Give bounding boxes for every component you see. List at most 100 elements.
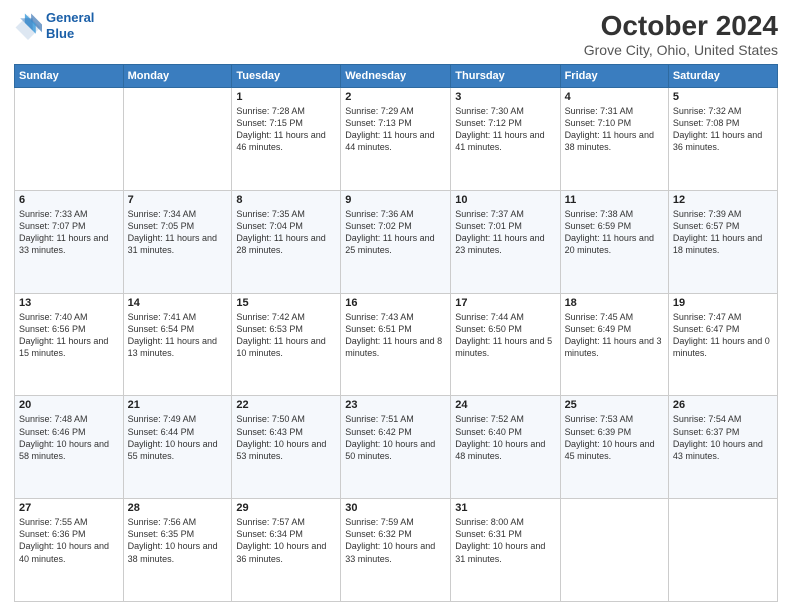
- day-info: Sunrise: 7:51 AM Sunset: 6:42 PM Dayligh…: [345, 413, 446, 462]
- day-number: 21: [128, 399, 228, 411]
- main-title: October 2024: [584, 10, 778, 42]
- calendar-cell: 10 Sunrise: 7:37 AM Sunset: 7:01 PM Dayli…: [451, 190, 560, 293]
- day-info: Sunrise: 7:40 AM Sunset: 6:56 PM Dayligh…: [19, 311, 119, 360]
- day-number: 19: [673, 297, 773, 309]
- calendar-cell: 28Sunrise: 7:56 AM Sunset: 6:35 PM Dayli…: [123, 499, 232, 602]
- day-number: 4: [565, 91, 664, 103]
- calendar-cell: 22Sunrise: 7:50 AM Sunset: 6:43 PM Dayli…: [232, 396, 341, 499]
- day-info: Sunrise: 7:34 AM Sunset: 7:05 PM Dayligh…: [128, 208, 228, 257]
- day-info: Sunrise: 7:50 AM Sunset: 6:43 PM Dayligh…: [236, 413, 336, 462]
- day-number: 11: [565, 194, 664, 206]
- day-info: Sunrise: 7:54 AM Sunset: 6:37 PM Dayligh…: [673, 413, 773, 462]
- title-block: October 2024 Grove City, Ohio, United St…: [584, 10, 778, 58]
- day-header-tuesday: Tuesday: [232, 65, 341, 88]
- day-info: Sunrise: 7:38 AM Sunset: 6:59 PM Dayligh…: [565, 208, 664, 257]
- calendar-cell: [668, 499, 777, 602]
- day-info: Sunrise: 7:59 AM Sunset: 6:32 PM Dayligh…: [345, 516, 446, 565]
- day-number: 13: [19, 297, 119, 309]
- day-number: 9: [345, 194, 446, 206]
- logo: General Blue: [14, 10, 94, 41]
- page: General Blue October 2024 Grove City, Oh…: [0, 0, 792, 612]
- calendar-cell: 20 Sunrise: 7:48 AM Sunset: 6:46 PM Dayli…: [15, 396, 124, 499]
- day-number: 29: [236, 502, 336, 514]
- logo-icon: [14, 12, 42, 40]
- day-number: 30: [345, 502, 446, 514]
- day-number: 17: [455, 297, 555, 309]
- calendar-cell: [123, 88, 232, 191]
- day-info: Sunrise: 7:47 AM Sunset: 6:47 PM Dayligh…: [673, 311, 773, 360]
- calendar-week-2: 6 Sunrise: 7:33 AM Sunset: 7:07 PM Daylig…: [15, 190, 778, 293]
- day-number: 18: [565, 297, 664, 309]
- calendar-cell: 29 Sunrise: 7:57 AM Sunset: 6:34 PM Dayli…: [232, 499, 341, 602]
- calendar-cell: 26 Sunrise: 7:54 AM Sunset: 6:37 PM Dayli…: [668, 396, 777, 499]
- calendar-cell: 30 Sunrise: 7:59 AM Sunset: 6:32 PM Dayli…: [341, 499, 451, 602]
- day-info: Sunrise: 7:48 AM Sunset: 6:46 PM Dayligh…: [19, 413, 119, 462]
- day-number: 24: [455, 399, 555, 411]
- day-header-saturday: Saturday: [668, 65, 777, 88]
- calendar-cell: 27Sunrise: 7:55 AM Sunset: 6:36 PM Dayli…: [15, 499, 124, 602]
- day-number: 15: [236, 297, 336, 309]
- day-info: Sunrise: 7:53 AM Sunset: 6:39 PM Dayligh…: [565, 413, 664, 462]
- day-header-monday: Monday: [123, 65, 232, 88]
- calendar-header-row: SundayMondayTuesdayWednesdayThursdayFrid…: [15, 65, 778, 88]
- calendar-cell: 19 Sunrise: 7:47 AM Sunset: 6:47 PM Dayli…: [668, 293, 777, 396]
- day-number: 10: [455, 194, 555, 206]
- day-info: Sunrise: 7:36 AM Sunset: 7:02 PM Dayligh…: [345, 208, 446, 257]
- logo-line1: General: [46, 10, 94, 25]
- day-info: Sunrise: 7:31 AM Sunset: 7:10 PM Dayligh…: [565, 105, 664, 154]
- subtitle: Grove City, Ohio, United States: [584, 42, 778, 58]
- calendar-cell: 7 Sunrise: 7:34 AM Sunset: 7:05 PM Daylig…: [123, 190, 232, 293]
- day-info: Sunrise: 7:52 AM Sunset: 6:40 PM Dayligh…: [455, 413, 555, 462]
- day-info: Sunrise: 7:32 AM Sunset: 7:08 PM Dayligh…: [673, 105, 773, 154]
- calendar-cell: 23 Sunrise: 7:51 AM Sunset: 6:42 PM Dayli…: [341, 396, 451, 499]
- calendar-cell: [15, 88, 124, 191]
- calendar-cell: 6 Sunrise: 7:33 AM Sunset: 7:07 PM Daylig…: [15, 190, 124, 293]
- calendar-cell: 18 Sunrise: 7:45 AM Sunset: 6:49 PM Dayli…: [560, 293, 668, 396]
- calendar-cell: 8 Sunrise: 7:35 AM Sunset: 7:04 PM Daylig…: [232, 190, 341, 293]
- day-info: Sunrise: 7:57 AM Sunset: 6:34 PM Dayligh…: [236, 516, 336, 565]
- day-header-sunday: Sunday: [15, 65, 124, 88]
- day-number: 31: [455, 502, 555, 514]
- calendar-week-5: 27Sunrise: 7:55 AM Sunset: 6:36 PM Dayli…: [15, 499, 778, 602]
- calendar-cell: 12Sunrise: 7:39 AM Sunset: 6:57 PM Dayli…: [668, 190, 777, 293]
- calendar-cell: 21Sunrise: 7:49 AM Sunset: 6:44 PM Dayli…: [123, 396, 232, 499]
- calendar-cell: 4 Sunrise: 7:31 AM Sunset: 7:10 PM Daylig…: [560, 88, 668, 191]
- calendar-cell: 25Sunrise: 7:53 AM Sunset: 6:39 PM Dayli…: [560, 396, 668, 499]
- calendar-week-1: 1 Sunrise: 7:28 AM Sunset: 7:15 PM Daylig…: [15, 88, 778, 191]
- day-header-friday: Friday: [560, 65, 668, 88]
- day-number: 14: [128, 297, 228, 309]
- calendar-cell: 9 Sunrise: 7:36 AM Sunset: 7:02 PM Daylig…: [341, 190, 451, 293]
- day-number: 23: [345, 399, 446, 411]
- day-number: 8: [236, 194, 336, 206]
- day-info: Sunrise: 8:00 AM Sunset: 6:31 PM Dayligh…: [455, 516, 555, 565]
- calendar-cell: 17 Sunrise: 7:44 AM Sunset: 6:50 PM Dayli…: [451, 293, 560, 396]
- day-info: Sunrise: 7:45 AM Sunset: 6:49 PM Dayligh…: [565, 311, 664, 360]
- day-info: Sunrise: 7:55 AM Sunset: 6:36 PM Dayligh…: [19, 516, 119, 565]
- day-info: Sunrise: 7:56 AM Sunset: 6:35 PM Dayligh…: [128, 516, 228, 565]
- calendar-cell: 1 Sunrise: 7:28 AM Sunset: 7:15 PM Daylig…: [232, 88, 341, 191]
- day-number: 12: [673, 194, 773, 206]
- calendar-cell: 14 Sunrise: 7:41 AM Sunset: 6:54 PM Dayli…: [123, 293, 232, 396]
- day-info: Sunrise: 7:37 AM Sunset: 7:01 PM Dayligh…: [455, 208, 555, 257]
- day-number: 16: [345, 297, 446, 309]
- day-number: 6: [19, 194, 119, 206]
- day-number: 1: [236, 91, 336, 103]
- logo-text: General Blue: [46, 10, 94, 41]
- day-number: 3: [455, 91, 555, 103]
- day-info: Sunrise: 7:33 AM Sunset: 7:07 PM Dayligh…: [19, 208, 119, 257]
- calendar-cell: 16Sunrise: 7:43 AM Sunset: 6:51 PM Dayli…: [341, 293, 451, 396]
- calendar-cell: 2Sunrise: 7:29 AM Sunset: 7:13 PM Daylig…: [341, 88, 451, 191]
- day-info: Sunrise: 7:29 AM Sunset: 7:13 PM Dayligh…: [345, 105, 446, 154]
- calendar-cell: 3Sunrise: 7:30 AM Sunset: 7:12 PM Daylig…: [451, 88, 560, 191]
- day-number: 26: [673, 399, 773, 411]
- day-info: Sunrise: 7:35 AM Sunset: 7:04 PM Dayligh…: [236, 208, 336, 257]
- day-info: Sunrise: 7:42 AM Sunset: 6:53 PM Dayligh…: [236, 311, 336, 360]
- calendar-table: SundayMondayTuesdayWednesdayThursdayFrid…: [14, 64, 778, 602]
- logo-line2: Blue: [46, 26, 74, 41]
- day-number: 7: [128, 194, 228, 206]
- day-info: Sunrise: 7:28 AM Sunset: 7:15 PM Dayligh…: [236, 105, 336, 154]
- calendar-cell: 31 Sunrise: 8:00 AM Sunset: 6:31 PM Dayli…: [451, 499, 560, 602]
- day-info: Sunrise: 7:44 AM Sunset: 6:50 PM Dayligh…: [455, 311, 555, 360]
- day-info: Sunrise: 7:41 AM Sunset: 6:54 PM Dayligh…: [128, 311, 228, 360]
- day-number: 20: [19, 399, 119, 411]
